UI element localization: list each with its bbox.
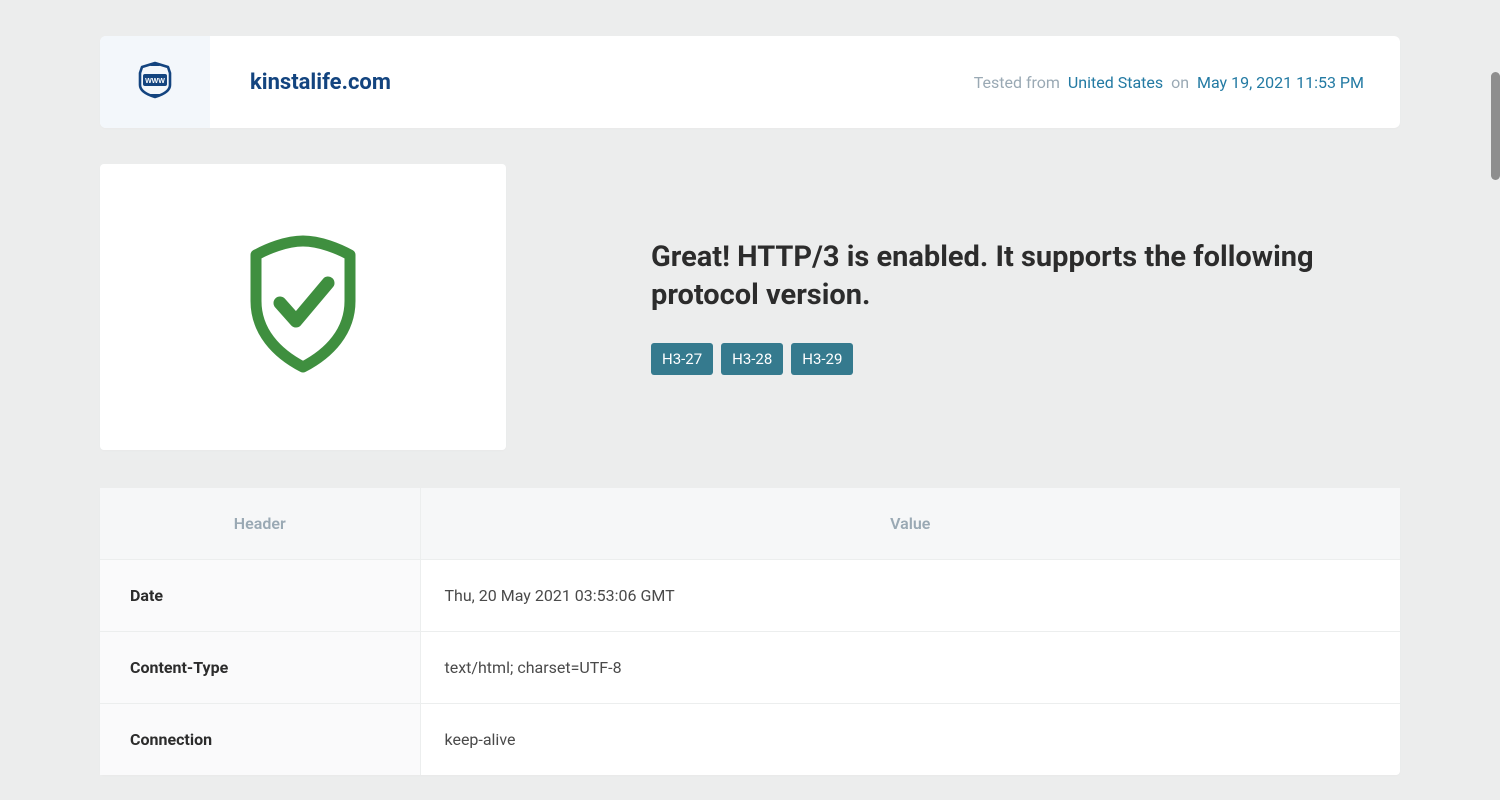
protocol-badge: H3-29: [791, 343, 853, 375]
tested-domain: kinstalife.com: [250, 70, 391, 95]
table-row: Connection keep-alive: [100, 704, 1400, 776]
protocol-badge: H3-27: [651, 343, 713, 375]
tested-from-label: Tested from: [974, 73, 1060, 92]
header-name: Content-Type: [100, 632, 420, 704]
header-name: Date: [100, 560, 420, 632]
header-card: WWW kinstalife.com Tested from United St…: [100, 36, 1400, 128]
on-label: on: [1171, 73, 1189, 92]
header-value: Thu, 20 May 2021 03:53:06 GMT: [420, 560, 1400, 632]
table-row: Content-Type text/html; charset=UTF-8: [100, 632, 1400, 704]
shield-check-icon: [238, 235, 368, 379]
result-title: Great! HTTP/3 is enabled. It supports th…: [651, 239, 1400, 314]
header-value: keep-alive: [420, 704, 1400, 776]
col-header: Header: [100, 488, 420, 560]
col-value: Value: [420, 488, 1400, 560]
www-badge-icon: WWW: [135, 61, 175, 103]
shield-card: [100, 164, 506, 450]
www-icon-box: WWW: [100, 36, 210, 128]
result-text-block: Great! HTTP/3 is enabled. It supports th…: [651, 239, 1400, 374]
scrollbar-thumb[interactable]: [1491, 72, 1500, 180]
tested-location: United States: [1068, 73, 1163, 92]
protocol-badge: H3-28: [721, 343, 783, 375]
result-row: Great! HTTP/3 is enabled. It supports th…: [100, 164, 1400, 450]
svg-text:WWW: WWW: [145, 78, 165, 85]
header-name: Connection: [100, 704, 420, 776]
headers-table-card: Header Value Date Thu, 20 May 2021 03:53…: [100, 488, 1400, 775]
tested-info: Tested from United States on May 19, 202…: [974, 73, 1364, 92]
page-container: WWW kinstalife.com Tested from United St…: [100, 0, 1400, 775]
table-row: Date Thu, 20 May 2021 03:53:06 GMT: [100, 560, 1400, 632]
protocol-badges: H3-27 H3-28 H3-29: [651, 343, 1400, 375]
header-value: text/html; charset=UTF-8: [420, 632, 1400, 704]
headers-table: Header Value Date Thu, 20 May 2021 03:53…: [100, 488, 1400, 775]
tested-date: May 19, 2021 11:53 PM: [1197, 73, 1364, 92]
